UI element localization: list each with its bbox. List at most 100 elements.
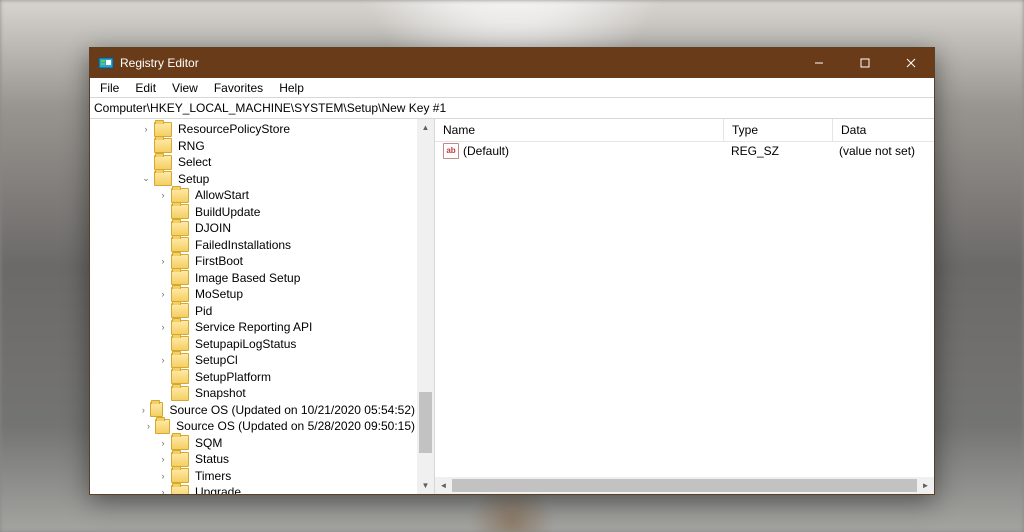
scroll-htrack[interactable] (452, 477, 917, 494)
folder-icon (171, 221, 189, 236)
tree-node-label: Image Based Setup (193, 271, 302, 285)
column-header-name[interactable]: Name (435, 119, 724, 141)
scroll-hthumb[interactable] (452, 479, 917, 492)
menu-edit[interactable]: Edit (127, 79, 164, 97)
tree-node[interactable]: ›SetupPlatform (90, 369, 417, 386)
tree-node[interactable]: › Service Reporting API (90, 319, 417, 336)
tree-node-label: SQM (193, 436, 224, 450)
tree-node[interactable]: ›BuildUpdate (90, 204, 417, 221)
folder-icon (171, 254, 189, 269)
tree-node-label: SetupCl (193, 353, 240, 367)
tree-node-label: BuildUpdate (193, 205, 262, 219)
tree-node[interactable]: ›FirstBoot (90, 253, 417, 270)
chevron-right-icon[interactable]: › (157, 322, 169, 332)
menu-favorites[interactable]: Favorites (206, 79, 271, 97)
tree-node-label: Service Reporting API (193, 320, 314, 334)
scroll-right-arrow-icon[interactable]: ► (917, 477, 934, 494)
tree-node-label: SetupPlatform (193, 370, 273, 384)
chevron-right-icon[interactable]: › (157, 454, 169, 464)
folder-icon (171, 303, 189, 318)
folder-icon (171, 468, 189, 483)
tree-node[interactable]: ›Image Based Setup (90, 270, 417, 287)
tree-node-label: Setup (176, 172, 211, 186)
tree-node[interactable]: ⌄ Setup (90, 171, 417, 188)
tree-node[interactable]: ›Pid (90, 303, 417, 320)
folder-icon (154, 138, 172, 153)
string-value-icon: ab (443, 143, 459, 159)
tree-view[interactable]: ›ResourcePolicyStore›RNG›Select⌄Setup›Al… (90, 119, 417, 494)
tree-node[interactable]: › AllowStart (90, 187, 417, 204)
maximize-button[interactable] (842, 48, 888, 78)
chevron-right-icon[interactable]: › (139, 405, 148, 415)
window-title: Registry Editor (120, 56, 796, 70)
tree-node-label: RNG (176, 139, 207, 153)
tree-node-label: AllowStart (193, 188, 251, 202)
values-header: Name Type Data (435, 119, 934, 142)
tree-node-label: ResourcePolicyStore (176, 122, 292, 136)
column-header-type[interactable]: Type (724, 119, 833, 141)
close-button[interactable] (888, 48, 934, 78)
menubar: File Edit View Favorites Help (90, 78, 934, 98)
tree-node[interactable]: ›MoSetup (90, 286, 417, 303)
tree-node[interactable]: › SetupCl (90, 352, 417, 369)
address-path: Computer\HKEY_LOCAL_MACHINE\SYSTEM\Setup… (94, 101, 446, 115)
scroll-track[interactable] (417, 136, 434, 477)
chevron-right-icon[interactable]: › (157, 256, 169, 266)
folder-icon (171, 435, 189, 450)
tree-node[interactable]: › Timers (90, 468, 417, 485)
values-list[interactable]: ab(Default)REG_SZ(value not set) (435, 142, 934, 477)
tree-node-label: Pid (193, 304, 214, 318)
chevron-right-icon[interactable]: › (157, 438, 169, 448)
tree-node[interactable]: ›Select (90, 154, 417, 171)
tree-node[interactable]: ›Status (90, 451, 417, 468)
folder-icon (171, 270, 189, 285)
tree-node[interactable]: ›DJOIN (90, 220, 417, 237)
chevron-right-icon[interactable]: › (157, 289, 169, 299)
value-type: REG_SZ (723, 144, 831, 158)
menu-help[interactable]: Help (271, 79, 312, 97)
folder-icon (171, 320, 189, 335)
chevron-right-icon[interactable]: › (157, 190, 169, 200)
folder-icon (171, 204, 189, 219)
tree-node-label: Snapshot (193, 386, 248, 400)
chevron-right-icon[interactable]: › (157, 355, 169, 365)
folder-icon (171, 369, 189, 384)
menu-view[interactable]: View (164, 79, 206, 97)
folder-icon (171, 386, 189, 401)
chevron-right-icon[interactable]: › (157, 487, 169, 494)
tree-node[interactable]: ›SetupapiLogStatus (90, 336, 417, 353)
scroll-down-arrow-icon[interactable]: ▼ (417, 477, 434, 494)
scroll-up-arrow-icon[interactable]: ▲ (417, 119, 434, 136)
scroll-thumb[interactable] (419, 392, 432, 453)
chevron-down-icon[interactable]: ⌄ (140, 173, 152, 184)
minimize-button[interactable] (796, 48, 842, 78)
tree-pane: ›ResourcePolicyStore›RNG›Select⌄Setup›Al… (90, 119, 435, 494)
tree-node[interactable]: ›Source OS (Updated on 10/21/2020 05:54:… (90, 402, 417, 419)
tree-node-label: Timers (193, 469, 233, 483)
value-data: (value not set) (831, 144, 934, 158)
chevron-right-icon[interactable]: › (144, 421, 154, 431)
tree-node[interactable]: ›RNG (90, 138, 417, 155)
scroll-left-arrow-icon[interactable]: ◄ (435, 477, 452, 494)
tree-vertical-scrollbar[interactable]: ▲ ▼ (417, 119, 434, 494)
tree-node[interactable]: ›Upgrade (90, 484, 417, 494)
tree-node[interactable]: ›FailedInstallations (90, 237, 417, 254)
folder-icon (171, 287, 189, 302)
tree-node[interactable]: › Source OS (Updated on 5/28/2020 09:50:1… (90, 418, 417, 435)
address-bar[interactable]: Computer\HKEY_LOCAL_MACHINE\SYSTEM\Setup… (90, 98, 934, 119)
tree-node[interactable]: ›Snapshot (90, 385, 417, 402)
tree-node-label: SetupapiLogStatus (193, 337, 298, 351)
folder-icon (154, 122, 172, 137)
value-row[interactable]: ab(Default)REG_SZ(value not set) (435, 142, 934, 159)
chevron-right-icon[interactable]: › (140, 124, 152, 134)
registry-editor-icon (98, 55, 114, 71)
column-header-data[interactable]: Data (833, 119, 934, 141)
folder-icon (155, 419, 170, 434)
tree-node-label: Source OS (Updated on 5/28/2020 09:50:15… (174, 419, 417, 433)
tree-node[interactable]: › SQM (90, 435, 417, 452)
menu-file[interactable]: File (92, 79, 127, 97)
chevron-right-icon[interactable]: › (157, 471, 169, 481)
titlebar[interactable]: Registry Editor (90, 48, 934, 78)
tree-node[interactable]: › ResourcePolicyStore (90, 121, 417, 138)
values-horizontal-scrollbar[interactable]: ◄ ► (435, 477, 934, 494)
